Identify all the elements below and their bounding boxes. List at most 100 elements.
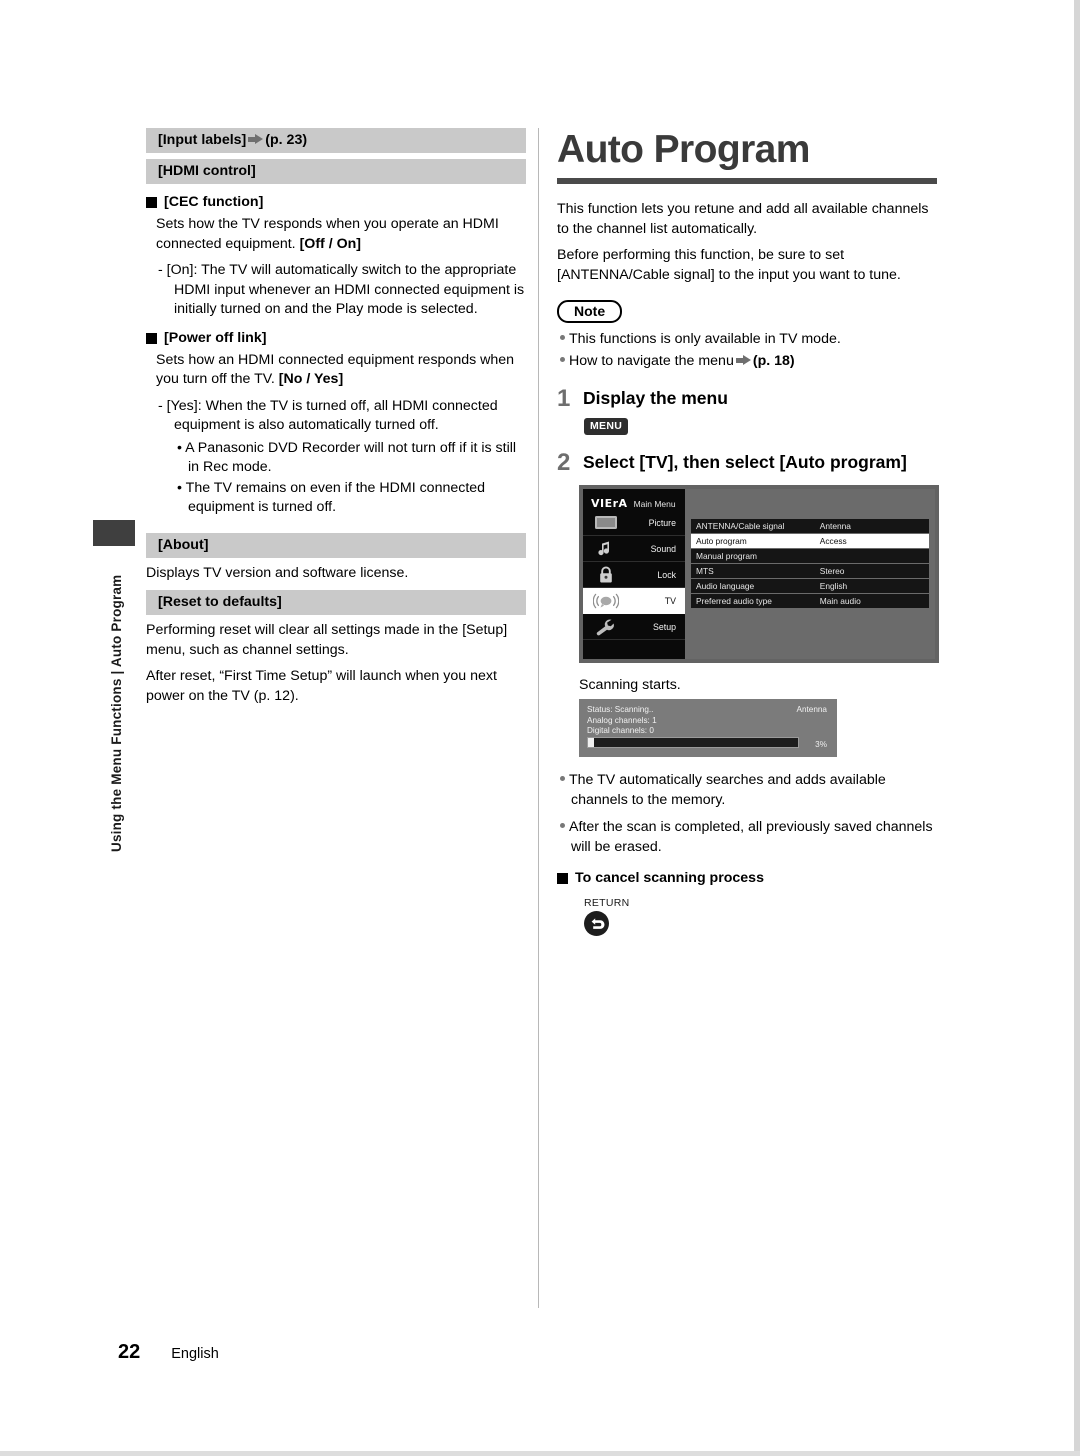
page-language: English xyxy=(171,1346,219,1362)
tv-menu-content-panel: ANTENNA/Cable signal Antenna Auto program A… xyxy=(685,489,935,659)
black-square-icon xyxy=(557,873,568,884)
column-divider xyxy=(538,128,539,1308)
subheading-cec-function: [CEC function] xyxy=(146,193,526,211)
tv-screen-icon xyxy=(593,514,619,532)
tv-menu-setting-row[interactable]: Manual program xyxy=(691,549,929,563)
reset-body-2: After reset, “First Time Setup” will lau… xyxy=(146,668,497,704)
page-title: Auto Program xyxy=(557,128,810,171)
tv-menu-setting-name: ANTENNA/Cable signal xyxy=(696,521,785,531)
music-note-icon xyxy=(593,540,619,558)
menu-key-icon: MENU xyxy=(584,418,629,435)
tv-menu-item-tv[interactable]: TV xyxy=(583,588,685,614)
result-bullet-2: After the scan is completed, all previou… xyxy=(557,818,937,857)
tv-menu-setting-value: Access xyxy=(819,536,847,546)
right-column: Auto Program This function lets you retu… xyxy=(557,128,939,936)
note-bullet-1-text: This functions is only available in TV m… xyxy=(569,331,841,347)
tv-menu-item-label: Picture xyxy=(648,517,676,528)
left-column: [Input labels] (p. 23) [HDMI control] [CE… xyxy=(146,128,526,713)
result-bullet-2-text: After the scan is completed, all previou… xyxy=(569,819,933,855)
tv-menu-setting-row[interactable]: Preferred audio type Main audio xyxy=(691,594,929,608)
tv-menu-settings-table: ANTENNA/Cable signal Antenna Auto program A… xyxy=(691,519,929,609)
step-2-text: Select [TV], then select [Auto program] xyxy=(583,452,907,472)
tv-menu-setting-name: Audio language xyxy=(696,581,755,591)
step-1-text: Display the menu xyxy=(583,388,728,408)
tv-menu-setting-row[interactable]: MTS Stereo xyxy=(691,564,929,578)
arrow-right-icon xyxy=(248,134,264,145)
section-bar-input-labels: [Input labels] (p. 23) xyxy=(146,128,526,153)
power-off-body-options: [No / Yes] xyxy=(278,371,344,387)
antenna-broadcast-icon xyxy=(593,592,619,610)
running-head-tab-marker xyxy=(93,520,135,546)
page-footer: 22 English xyxy=(118,1341,219,1364)
note-bullet-2: How to navigate the menu (p. 18) xyxy=(557,352,937,372)
note-bullet-2-ref: (p. 18) xyxy=(752,352,795,369)
scan-progress-bar xyxy=(587,737,799,748)
tv-menu-item-lock[interactable]: Lock xyxy=(583,562,685,588)
page-edge-bottom xyxy=(0,1451,1080,1456)
scan-progress-fill xyxy=(588,738,595,747)
tv-menu-setting-value: Stereo xyxy=(819,566,845,576)
tv-menu-setting-value: Main audio xyxy=(819,596,861,606)
section-bar-hdmi-control: [HDMI control] xyxy=(146,159,526,184)
tv-menu-setting-row[interactable]: ANTENNA/Cable signal Antenna xyxy=(691,519,929,533)
tv-menu-setting-name: MTS xyxy=(696,566,714,576)
power-off-dot-item-2: • The TV remains on even if the HDMI con… xyxy=(177,479,486,516)
subheading-cec-function-label: [CEC function] xyxy=(164,194,264,210)
tv-menu-item-picture[interactable]: Picture xyxy=(583,510,685,536)
tv-menu-item-label: TV xyxy=(664,595,676,606)
intro-paragraph-2: Before performing this function, be sure… xyxy=(557,247,901,283)
reset-body-1: Performing reset will clear all settings… xyxy=(146,622,508,658)
black-square-icon xyxy=(146,197,157,208)
viera-logo: VIErA xyxy=(591,497,628,510)
page-number: 22 xyxy=(118,1341,141,1363)
tv-menu-item-sound[interactable]: Sound xyxy=(583,536,685,562)
subheading-power-off-link: [Power off link] xyxy=(146,329,526,347)
section-bar-input-labels-ref: (p. 23) xyxy=(265,132,308,148)
tv-menu-item-label: Setup xyxy=(653,621,676,632)
tv-menu-item-label: Sound xyxy=(650,543,676,554)
scan-digital-line: Digital channels: 0 xyxy=(587,726,654,735)
result-bullet-1: The TV automatically searches and adds a… xyxy=(557,771,937,810)
tv-menu-item-label: Lock xyxy=(657,569,676,580)
return-arrow-icon xyxy=(584,911,609,936)
note-bullet-2-text: How to navigate the menu xyxy=(569,352,734,369)
running-head-text: Using the Menu Functions | Auto Program xyxy=(109,574,124,852)
tv-menu-screenshot: VIErA Main Menu Picture Sound Lock TV Setup … xyxy=(579,485,939,663)
page-edge-right xyxy=(1074,0,1080,1456)
power-off-dash-item-1: - [Yes]: When the TV is turned off, all … xyxy=(158,397,498,434)
tv-menu-screenshot-inner: VIErA Main Menu Picture Sound Lock TV Setup … xyxy=(583,489,935,659)
section-bar-about: [About] xyxy=(146,532,526,558)
power-off-body: Sets how an HDMI connected equipment res… xyxy=(146,351,526,390)
result-bullet-1-text: The TV automatically searches and adds a… xyxy=(569,772,886,808)
return-key-label: RETURN xyxy=(584,897,630,909)
title-rule xyxy=(557,178,937,184)
tv-menu-setting-name: Preferred audio type xyxy=(696,596,772,606)
return-key-block: RETURN xyxy=(584,897,937,936)
cec-body-options: [Off / On] xyxy=(299,235,362,252)
step-2: 2 Select [TV], then select [Auto program… xyxy=(557,451,937,475)
tv-menu-setting-value: Antenna xyxy=(819,521,851,531)
tv-menu-setting-value: English xyxy=(819,581,848,591)
arrow-right-icon xyxy=(735,354,751,366)
tv-menu-setting-name: Auto program xyxy=(696,536,747,546)
tv-menu-item-setup[interactable]: Setup xyxy=(583,614,685,640)
scan-progress-percent: 3% xyxy=(815,740,827,749)
step-1: 1 Display the menu xyxy=(557,387,937,411)
scan-source-label: Antenna xyxy=(796,705,827,714)
bullet-dot-icon xyxy=(560,356,565,362)
step-1-number: 1 xyxy=(557,385,571,412)
about-body: Displays TV version and software license… xyxy=(146,564,409,581)
subheading-power-off-link-label: [Power off link] xyxy=(164,329,267,346)
tv-menu-title: Main Menu xyxy=(633,499,676,509)
subheading-cancel-scanning: To cancel scanning process xyxy=(557,869,937,887)
wrench-icon xyxy=(593,618,619,636)
tv-menu-brand-row: VIErA Main Menu xyxy=(583,489,685,510)
tv-menu-sidebar-items: Picture Sound Lock TV Setup xyxy=(583,510,685,640)
scan-progress-dialog: Status: Scanning.. Analog channels: 1 Di… xyxy=(579,699,837,757)
power-off-dot-item-1: • A Panasonic DVD Recorder will not turn… xyxy=(177,439,517,476)
tv-menu-setting-name: Manual program xyxy=(696,551,757,561)
padlock-icon xyxy=(593,565,619,584)
tv-menu-setting-row[interactable]: Auto program Access xyxy=(691,534,929,548)
tv-menu-setting-row[interactable]: Audio language English xyxy=(691,579,929,593)
cec-body: Sets how the TV responds when you operat… xyxy=(146,215,526,254)
